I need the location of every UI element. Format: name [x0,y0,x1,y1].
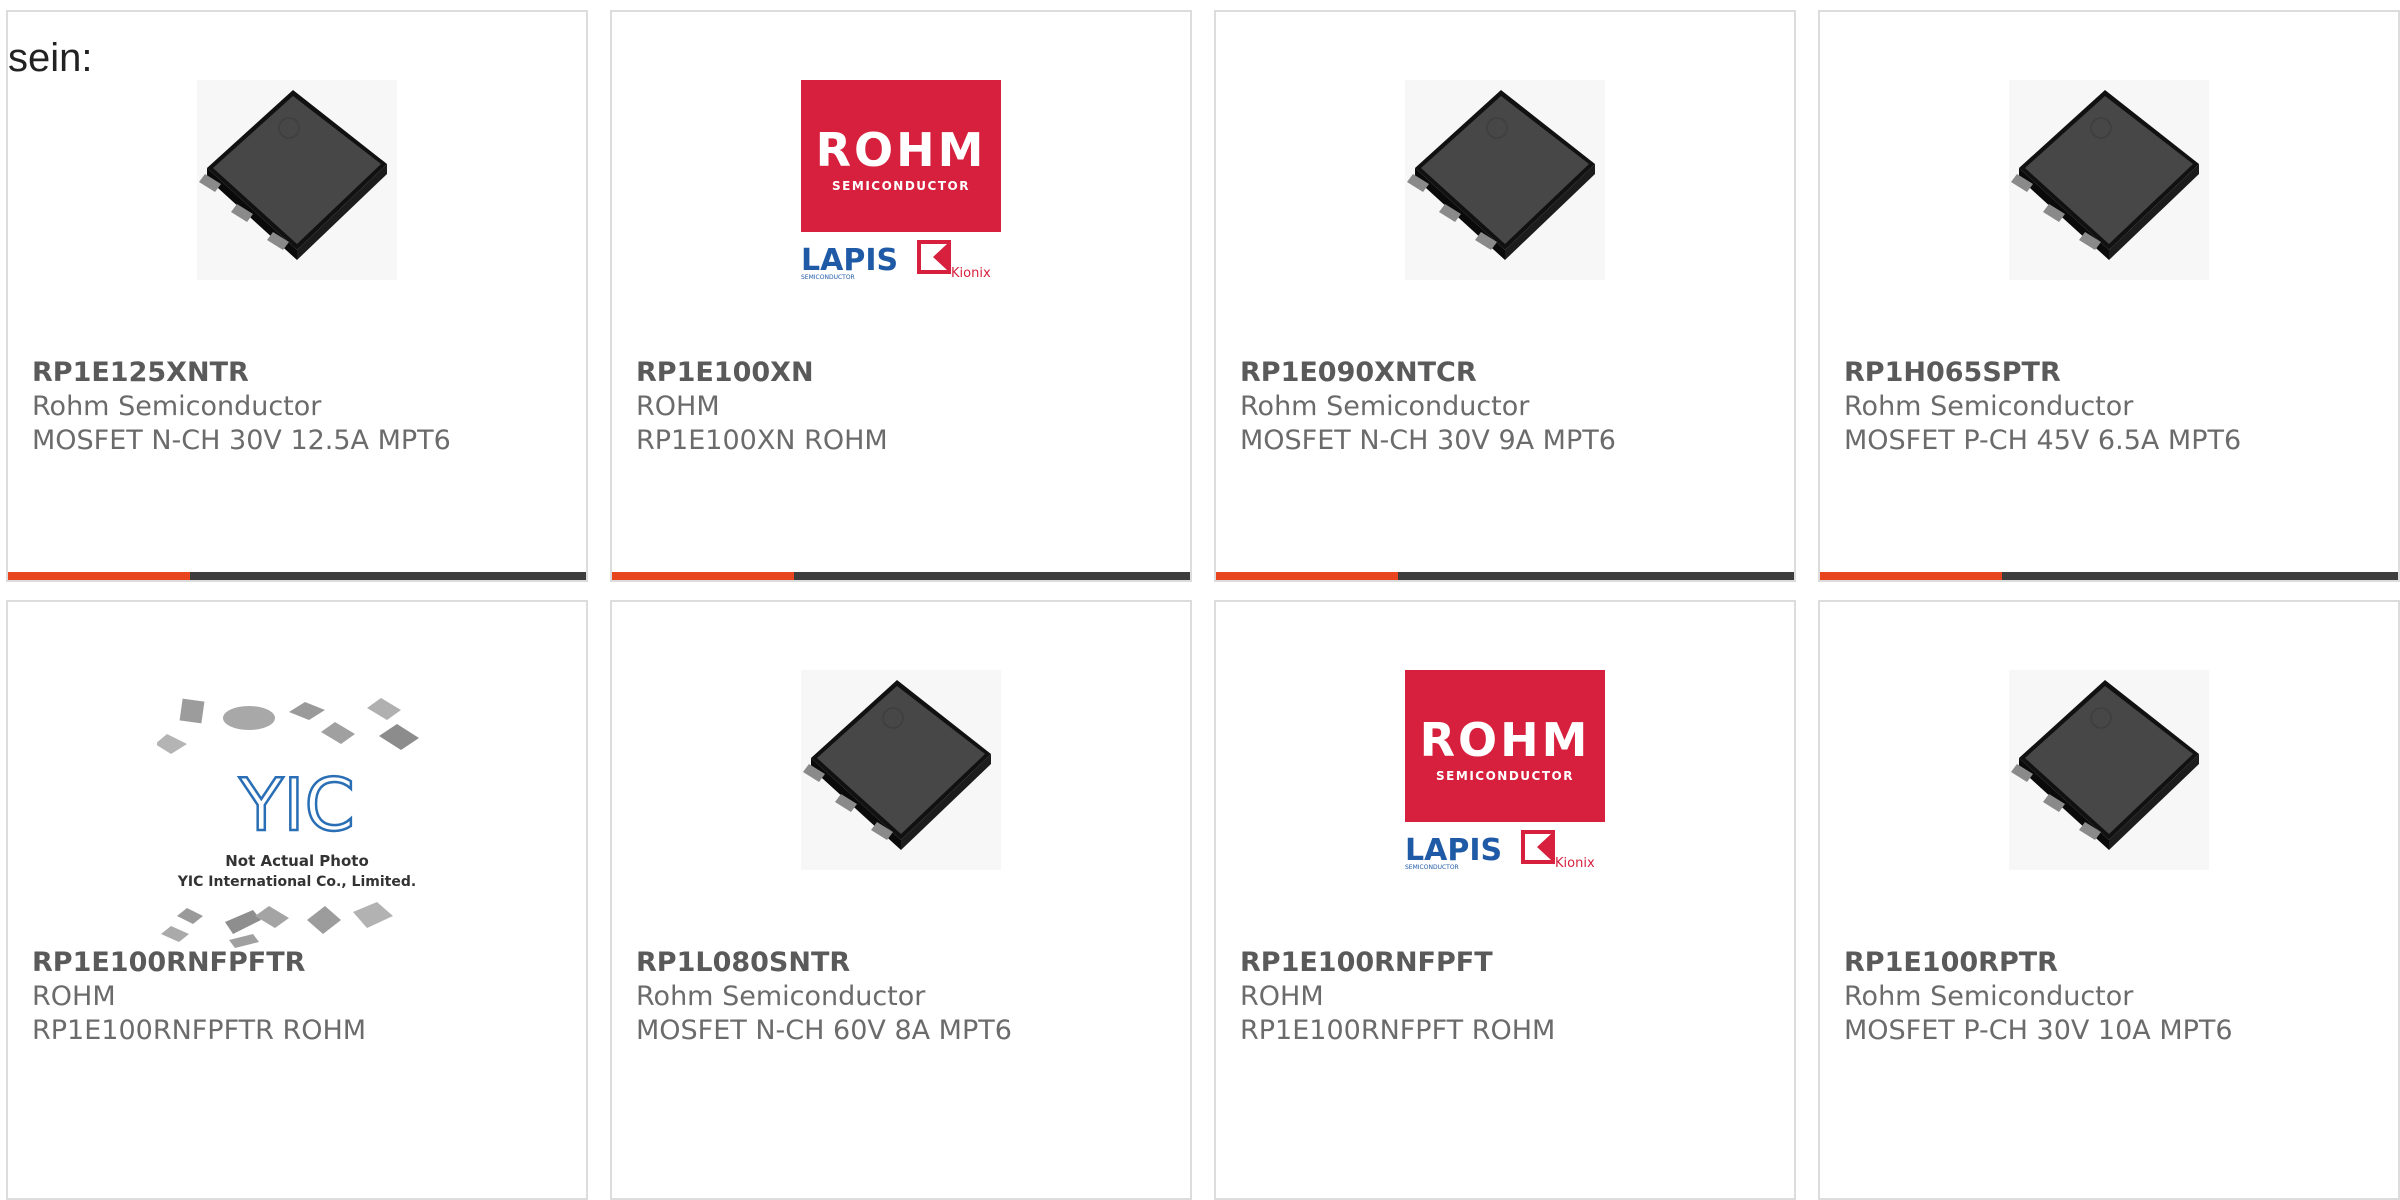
product-card[interactable]: YIC Not Actual Photo YIC International C… [6,600,588,1200]
description: MOSFET N-CH 60V 8A MPT6 [636,1015,1012,1046]
manufacturer: ROHM [32,981,116,1012]
svg-text:SEMICONDUCTOR: SEMICONDUCTOR [1405,864,1459,870]
svg-text:LAPIS: LAPIS [801,243,898,278]
product-card[interactable]: ROHM SEMICONDUCTOR LAPIS SEMICONDUCTOR K… [1214,600,1796,1200]
svg-text:YIC: YIC [238,763,355,847]
product-card[interactable]: ROHM SEMICONDUCTOR LAPIS SEMICONDUCTOR K… [610,10,1192,582]
description: RP1E100RNFPFT ROHM [1240,1015,1556,1046]
card-bar [612,572,1190,580]
svg-text:ROHM: ROHM [1420,713,1591,767]
svg-text:SEMICONDUCTOR: SEMICONDUCTOR [1436,769,1574,783]
mosfet-package-icon [1405,80,1605,280]
manufacturer: ROHM [636,391,720,422]
description: MOSFET N-CH 30V 12.5A MPT6 [32,425,451,456]
manufacturer: Rohm Semiconductor [32,391,322,422]
card-bar [8,572,586,580]
product-image: YIC Not Actual Photo YIC International C… [157,690,437,960]
manufacturer: Rohm Semiconductor [1240,391,1530,422]
svg-text:ROHM: ROHM [816,123,987,177]
mosfet-package-icon [197,80,397,280]
svg-text:Not Actual Photo: Not Actual Photo [225,852,369,870]
rohm-logo-icon: ROHM SEMICONDUCTOR LAPIS SEMICONDUCTOR K… [801,80,1001,280]
product-image [801,670,1001,870]
description: MOSFET P-CH 30V 10A MPT6 [1844,1015,2233,1046]
part-number[interactable]: RP1E100XN [636,356,1174,390]
manufacturer: Rohm Semiconductor [636,981,926,1012]
product-image [2009,670,2209,870]
product-card[interactable]: RP1E100RPTR Rohm Semiconductor MOSFET P-… [1818,600,2400,1200]
svg-text:Kionix: Kionix [1555,856,1595,870]
part-number[interactable]: RP1E100RNFPFT [1240,946,1778,980]
product-card[interactable]: RP1E125XNTR Rohm Semiconductor MOSFET N-… [6,10,588,582]
product-grid: RP1E125XNTR Rohm Semiconductor MOSFET N-… [0,0,2400,1200]
svg-text:SEMICONDUCTOR: SEMICONDUCTOR [801,274,855,280]
description: MOSFET P-CH 45V 6.5A MPT6 [1844,425,2242,456]
product-image [1405,80,1605,280]
product-card[interactable]: RP1E090XNTCR Rohm Semiconductor MOSFET N… [1214,10,1796,582]
product-image: ROHM SEMICONDUCTOR LAPIS SEMICONDUCTOR K… [1405,670,1605,870]
part-number[interactable]: RP1E090XNTCR [1240,356,1778,390]
part-number[interactable]: RP1E100RPTR [1844,946,2382,980]
card-bar [1216,572,1794,580]
description: RP1E100XN ROHM [636,425,888,456]
product-card[interactable]: RP1L080SNTR Rohm Semiconductor MOSFET N-… [610,600,1192,1200]
product-card[interactable]: RP1H065SPTR Rohm Semiconductor MOSFET P-… [1818,10,2400,582]
svg-text:YIC International Co., Limited: YIC International Co., Limited. [177,874,416,890]
part-number[interactable]: RP1H065SPTR [1844,356,2382,390]
product-image [2009,80,2209,280]
rohm-logo-icon: ROHM SEMICONDUCTOR LAPIS SEMICONDUCTOR K… [1405,670,1605,870]
mosfet-package-icon [2009,80,2209,280]
manufacturer: Rohm Semiconductor [1844,391,2134,422]
mosfet-package-icon [801,670,1001,870]
manufacturer: ROHM [1240,981,1324,1012]
part-number[interactable]: RP1E125XNTR [32,356,570,390]
svg-text:SEMICONDUCTOR: SEMICONDUCTOR [832,179,970,193]
description: RP1E100RNFPFTR ROHM [32,1015,367,1046]
mosfet-package-icon [2009,670,2209,870]
product-image [197,80,397,280]
svg-text:Kionix: Kionix [951,266,991,280]
manufacturer: Rohm Semiconductor [1844,981,2134,1012]
card-bar [1820,572,2398,580]
svg-text:LAPIS: LAPIS [1405,833,1502,868]
part-number[interactable]: RP1E100RNFPFTR [32,946,570,980]
yic-placeholder-icon: YIC Not Actual Photo YIC International C… [157,698,419,948]
part-number[interactable]: RP1L080SNTR [636,946,1174,980]
section-heading: sein: [8,36,93,80]
description: MOSFET N-CH 30V 9A MPT6 [1240,425,1616,456]
product-image: ROHM SEMICONDUCTOR LAPIS SEMICONDUCTOR K… [801,80,1001,280]
